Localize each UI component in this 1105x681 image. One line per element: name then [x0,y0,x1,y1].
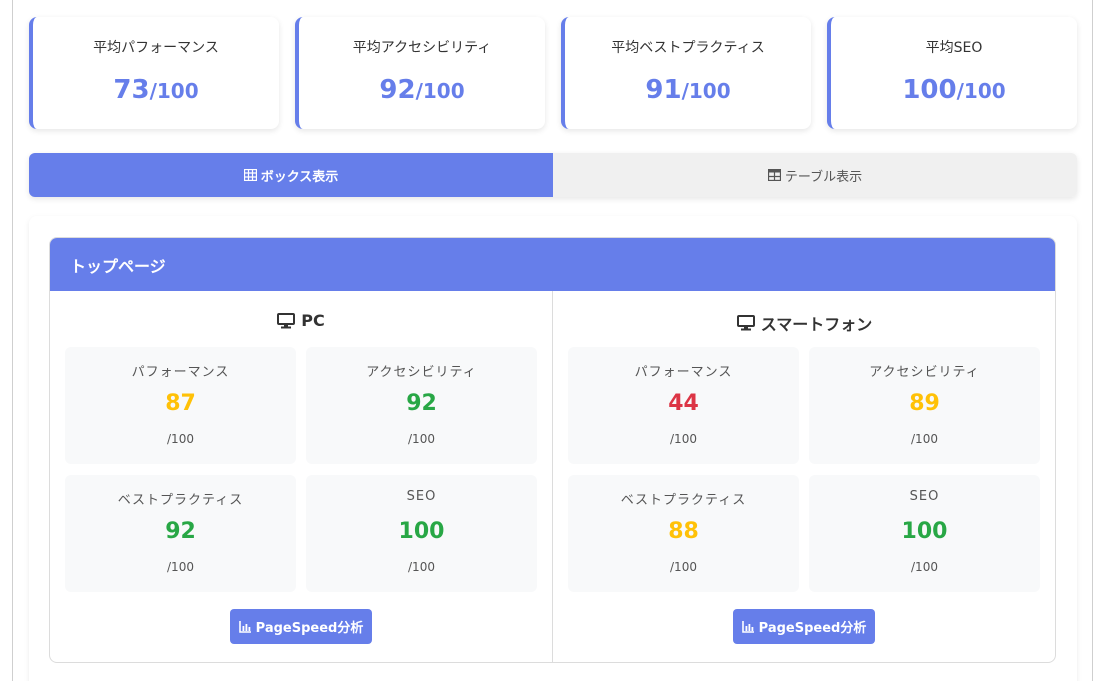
view-toggle: ボックス表示 テーブル表示 [29,153,1077,197]
pagespeed-analysis-button[interactable]: PageSpeed分析 [230,609,372,644]
metric-accessibility: アクセシビリティ 92 /100 [306,347,537,464]
metric-label: ベストプラクティス [117,493,244,508]
metric-label: パフォーマンス [131,365,230,380]
tab-table-view[interactable]: テーブル表示 [553,153,1077,197]
summary-card-best-practices: 平均ベストプラクティス 91/100 [561,17,811,129]
summary-label: 平均ベストプラクティス [611,40,765,56]
monitor-icon [736,315,755,331]
metric-best-practices: ベストプラクティス 92 /100 [65,475,296,592]
metric-score: 92 [165,519,196,544]
metric-max: /100 [167,432,194,446]
metric-score: 44 [668,391,699,416]
metric-max: /100 [911,432,938,446]
summary-label: 平均SEO [925,40,983,56]
metric-score: 88 [668,519,699,544]
metric-seo: SEO 100 /100 [306,475,537,592]
tab-table-view-label: テーブル表示 [784,169,863,185]
summary-value: 73/100 [113,75,199,105]
metric-score: 89 [909,391,940,416]
monitor-icon [277,312,296,328]
device-column-smartphone: スマートフォン パフォーマンス 44 /100 アクセシビリティ 89 /100… [553,291,1055,662]
metric-label: パフォーマンス [634,365,733,380]
grid-icon [243,169,257,181]
page-result-card: トップページ PC パフォーマンス 87 /100 アクセシビリティ 92 /1… [49,237,1056,663]
results-container: トップページ PC パフォーマンス 87 /100 アクセシビリティ 92 /1… [29,216,1077,681]
summary-value: 91/100 [645,75,731,105]
metric-max: /100 [911,560,938,574]
summary-card-accessibility: 平均アクセシビリティ 92/100 [295,17,545,129]
metric-seo: SEO 100 /100 [809,475,1040,592]
metric-max: /100 [408,432,435,446]
device-title: PC [50,311,552,330]
metric-best-practices: ベストプラクティス 88 /100 [568,475,799,592]
summary-value: 100/100 [902,75,1006,105]
device-name: PC [301,311,325,330]
summary-label: 平均パフォーマンス [93,40,219,56]
tab-box-view-label: ボックス表示 [260,169,339,185]
metric-score: 87 [165,391,196,416]
chart-icon [741,620,754,633]
metric-score: 100 [398,519,445,544]
metric-label: SEO [909,489,940,504]
device-title: スマートフォン [553,311,1055,335]
pagespeed-button-label: PageSpeed分析 [758,621,867,636]
metric-score: 100 [901,519,948,544]
metric-score: 92 [406,391,437,416]
metric-label: アクセシビリティ [869,365,980,380]
device-name: スマートフォン [760,315,873,334]
metric-performance: パフォーマンス 87 /100 [65,347,296,464]
metric-max: /100 [670,432,697,446]
summary-value: 92/100 [379,75,465,105]
summary-card-performance: 平均パフォーマンス 73/100 [29,17,279,129]
device-column-pc: PC パフォーマンス 87 /100 アクセシビリティ 92 /100 ベストプ… [50,291,553,662]
metric-label: アクセシビリティ [366,365,477,380]
summary-label: 平均アクセシビリティ [352,40,492,56]
metric-max: /100 [670,560,697,574]
metric-label: SEO [406,489,437,504]
metric-label: ベストプラクティス [620,493,747,508]
metric-max: /100 [408,560,435,574]
table-icon [767,169,781,181]
summary-cards: 平均パフォーマンス 73/100 平均アクセシビリティ 92/100 平均ベスト… [29,17,1077,129]
metric-performance: パフォーマンス 44 /100 [568,347,799,464]
pagespeed-button-label: PageSpeed分析 [255,621,364,636]
metric-accessibility: アクセシビリティ 89 /100 [809,347,1040,464]
metric-max: /100 [167,560,194,574]
chart-icon [238,620,251,633]
page-title: トップページ [50,238,1055,291]
summary-card-seo: 平均SEO 100/100 [827,17,1077,129]
tab-box-view[interactable]: ボックス表示 [29,153,553,197]
pagespeed-analysis-button[interactable]: PageSpeed分析 [733,609,875,644]
